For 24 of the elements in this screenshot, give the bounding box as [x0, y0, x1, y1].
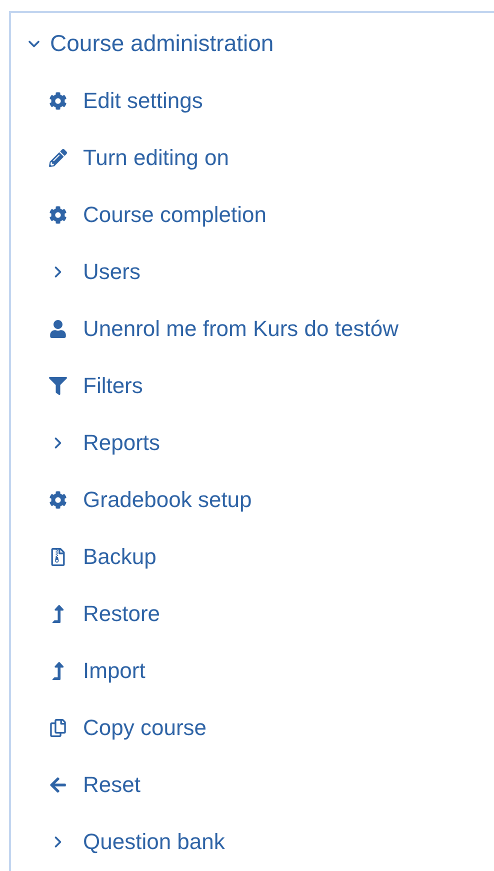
menu-link[interactable]: Turn editing on: [83, 141, 229, 174]
menu-link[interactable]: Import: [83, 654, 146, 687]
user-icon: [49, 320, 67, 338]
menu-link[interactable]: Question bank: [83, 825, 225, 858]
menu-link[interactable]: Gradebook setup: [83, 483, 252, 516]
section-title[interactable]: Course administration: [50, 26, 274, 61]
left-arrow-icon: [49, 776, 67, 794]
copy-icon: [49, 718, 67, 736]
menu-link[interactable]: Reports: [83, 426, 160, 459]
menu-link[interactable]: Course completion: [83, 198, 266, 231]
gear-icon: [49, 92, 67, 110]
pencil-icon: [49, 148, 67, 166]
menu-link[interactable]: Unenrol me from Kurs do testów: [83, 312, 398, 345]
menu-link[interactable]: Backup: [83, 540, 156, 573]
menu-link[interactable]: Edit settings: [83, 84, 203, 117]
menu-link[interactable]: Users: [83, 255, 140, 288]
menu-link[interactable]: Restore: [83, 597, 160, 630]
gear-icon: [49, 490, 67, 508]
gear-icon: [49, 206, 67, 224]
file-icon: [49, 548, 67, 566]
menu-link[interactable]: Filters: [83, 369, 143, 402]
menu-link[interactable]: Reset: [83, 768, 140, 801]
menu-link[interactable]: Copy course: [83, 711, 207, 744]
filter-icon: [49, 376, 67, 394]
